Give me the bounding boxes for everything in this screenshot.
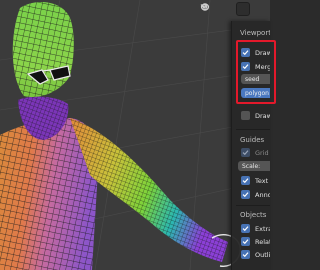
section-divider [236,129,270,130]
scale-field[interactable]: Scale: [238,161,270,171]
draw-label-2: Draw [255,111,270,120]
extras-checkbox[interactable] [241,224,250,233]
text-info-label: Text I [255,176,270,185]
grid-option[interactable]: Grid [241,147,269,158]
viewport-header-tools [200,2,250,16]
outline-option[interactable]: Outlin [241,249,270,260]
viewport-scene [0,0,270,270]
draw-checkbox-2[interactable] [241,111,250,120]
relations-label: Relati [255,237,270,246]
text-info-checkbox[interactable] [241,176,250,185]
checkbox-check-icon [242,178,249,184]
text-info-option[interactable]: Text I [241,175,270,186]
checkbox-check-icon [242,150,249,156]
3d-viewport[interactable] [0,0,270,270]
checkbox-check-icon [242,239,249,245]
guides-section-title: Guides [240,136,265,144]
outline-label: Outlin [255,250,270,259]
relations-checkbox[interactable] [241,237,250,246]
annotations-label: Annot [255,190,270,199]
viewport-section-title: Viewport [240,29,270,37]
highlight-box [236,40,276,104]
annotations-option[interactable]: Annot [241,189,270,200]
checkbox-check-icon [242,252,249,258]
grid-label: Grid [255,148,269,157]
checkbox-check-icon [242,226,249,232]
relations-option[interactable]: Relati [241,236,270,247]
extras-option[interactable]: Extra [241,223,270,234]
outline-checkbox[interactable] [241,250,250,259]
checkbox-check-icon [242,192,249,198]
section-divider [236,205,270,206]
grid-checkbox[interactable] [241,148,250,157]
overlay-dropdown-icon[interactable] [200,2,250,16]
objects-section-title: Objects [240,211,267,219]
chevron-down-icon[interactable] [200,2,232,16]
extras-label: Extra [255,224,270,233]
draw-option-2[interactable]: Draw [241,110,270,121]
annotations-checkbox[interactable] [241,190,250,199]
